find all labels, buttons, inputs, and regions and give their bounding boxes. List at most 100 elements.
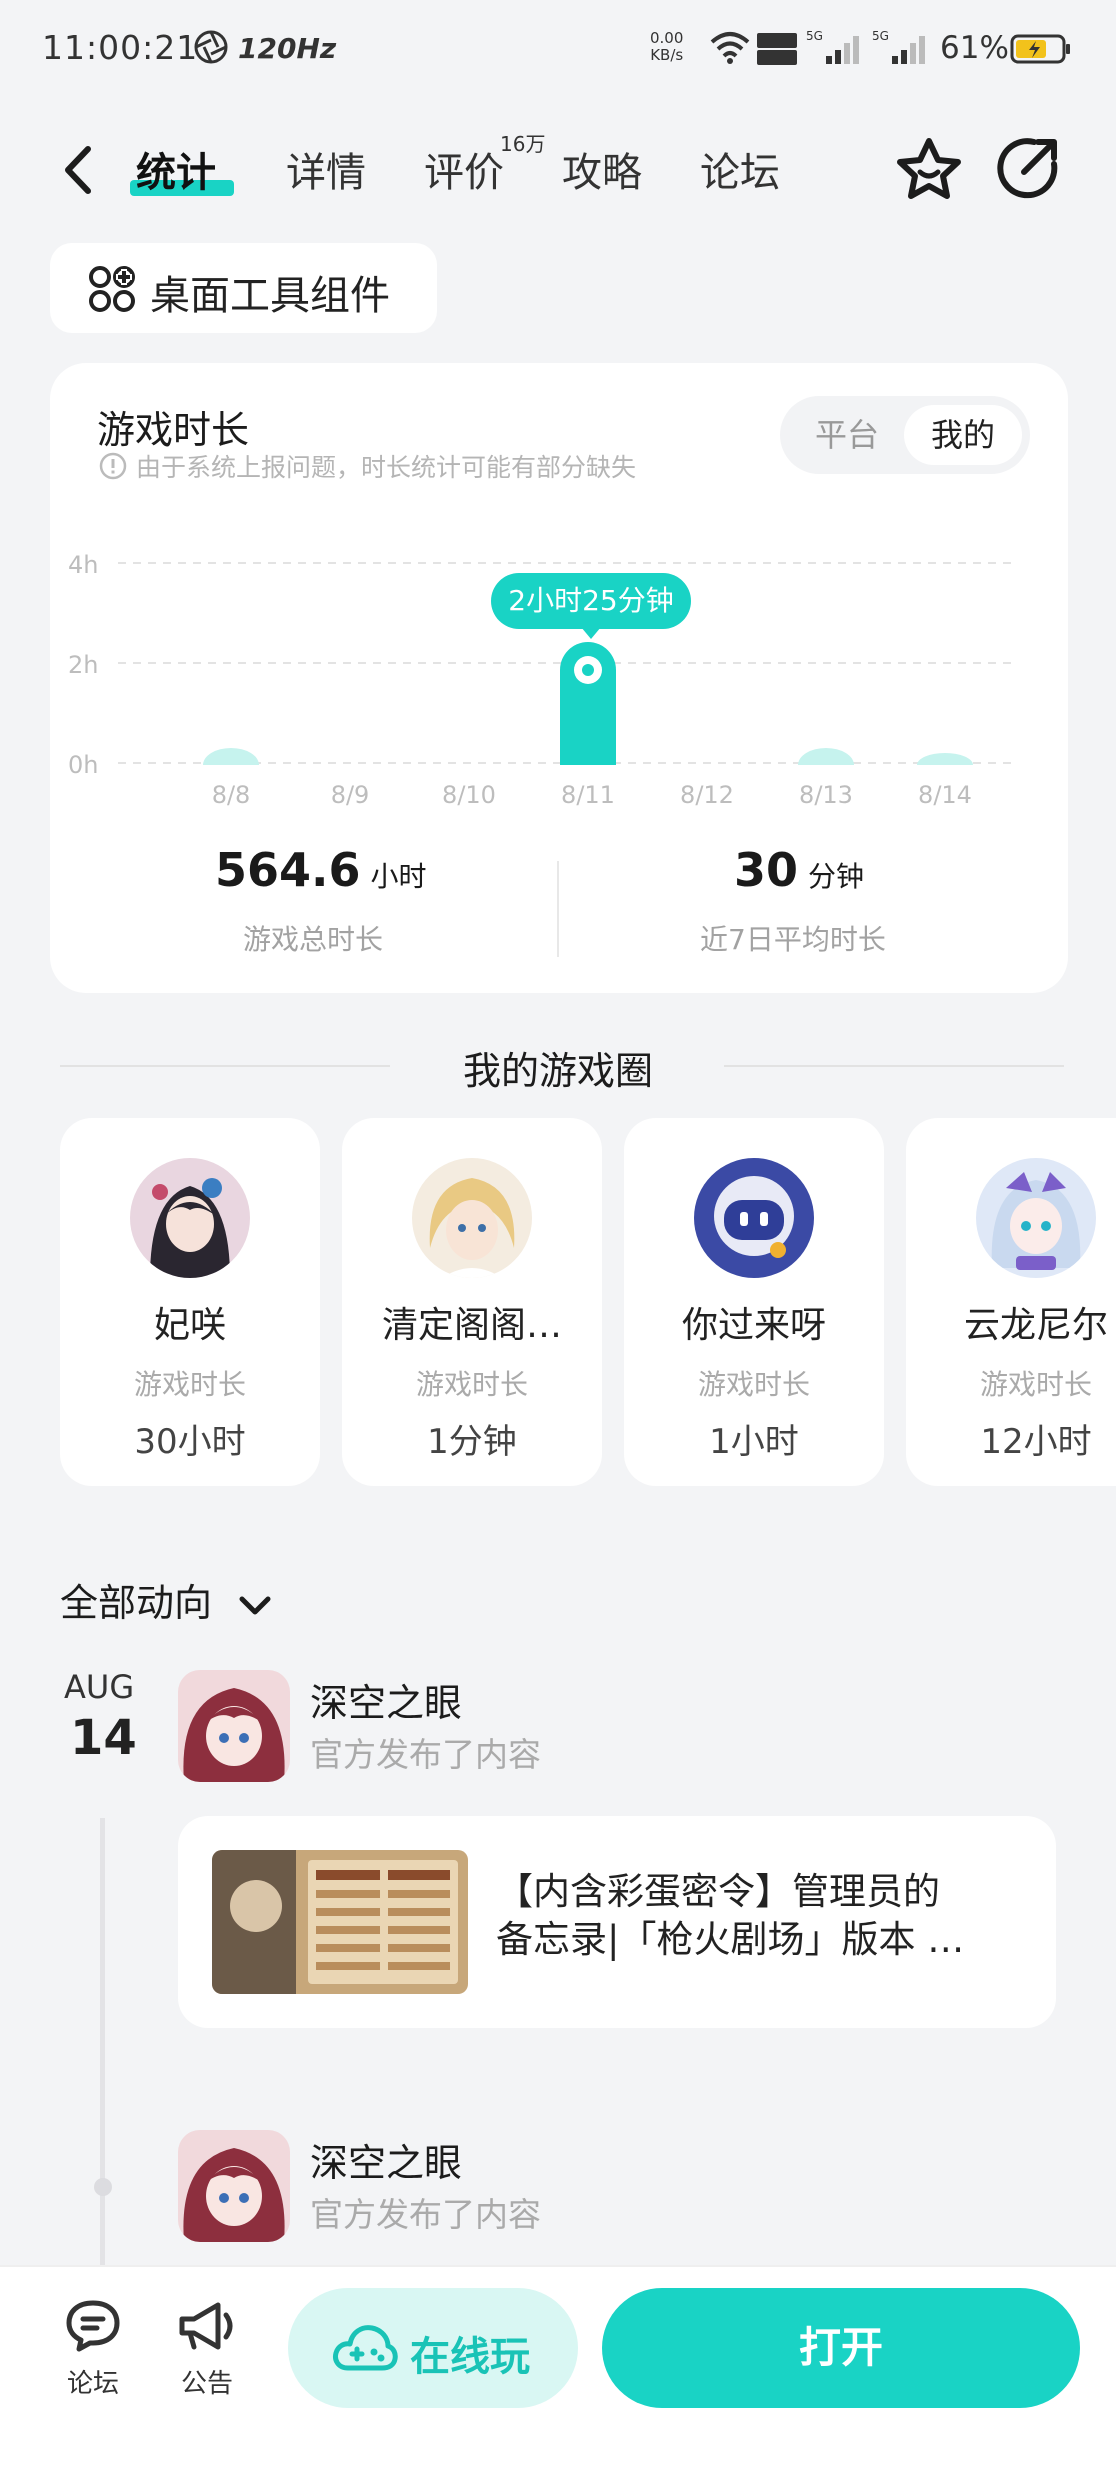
- chart-xtick-label: 8/14: [918, 781, 972, 809]
- friend-sub: 游戏时长: [979, 1368, 1092, 1401]
- post-thumbnail: [212, 1850, 468, 1994]
- friend-playtime: 30小时: [134, 1422, 246, 1462]
- total-playtime-value: 564.6: [215, 843, 361, 897]
- friend-sub: 游戏时长: [697, 1368, 810, 1401]
- play-online-button[interactable]: 在线玩: [288, 2288, 578, 2408]
- info-icon: [99, 452, 127, 480]
- chart-bar: [798, 748, 854, 765]
- reviews-count-badge: 16万: [500, 132, 546, 156]
- chart-tooltip: 2小时25分钟: [491, 573, 691, 639]
- forum-label: 论坛: [66, 2369, 119, 2399]
- tab-forum[interactable]: 论坛: [700, 140, 780, 198]
- friend-name: 清定阁阁…: [381, 1305, 562, 1346]
- chart-xtick-label: 8/11: [561, 781, 615, 809]
- post-title-line-2: 备忘录|「枪火剧场」版本 …: [496, 1918, 965, 1961]
- chart-xtick-label: 8/12: [680, 781, 734, 809]
- net-speed: 0.00 KB/s: [650, 30, 683, 64]
- chart-bar: [917, 753, 973, 765]
- avatar: [976, 1158, 1096, 1278]
- desktop-widget-label: 桌面工具组件: [150, 273, 390, 319]
- stats-divider: [557, 861, 559, 957]
- friend-card[interactable]: 清定阁阁… 游戏时长 1分钟: [342, 1118, 602, 1486]
- activity-filter-label: 全部动向: [60, 1581, 213, 1625]
- timeline-dot: [94, 2178, 112, 2196]
- friend-name: 你过来呀: [681, 1305, 826, 1346]
- chart-ytick-label: 4h: [68, 551, 98, 579]
- chart-ytick-label: 0h: [68, 751, 98, 779]
- friend-name: 妃咲: [153, 1305, 226, 1346]
- chart-xtick-label: 8/10: [442, 781, 496, 809]
- tab-reviews[interactable]: 评价: [424, 140, 504, 198]
- feed-game-name[interactable]: 深空之眼: [310, 1672, 462, 1727]
- play-online-label: 在线玩: [410, 2334, 530, 2380]
- chevron-down-icon: [239, 1596, 271, 1614]
- open-game-button[interactable]: 打开: [602, 2288, 1080, 2408]
- friend-playtime: 1小时: [709, 1422, 799, 1462]
- chart-xtick-label: 8/9: [331, 781, 370, 809]
- chart-bar-marker-dot: [582, 664, 594, 676]
- avatar: [130, 1158, 250, 1278]
- friend-card[interactable]: 妃咲 游戏时长 30小时: [60, 1118, 320, 1486]
- share-icon[interactable]: [994, 134, 1062, 202]
- friend-card[interactable]: 你过来呀 游戏时长 1小时: [624, 1118, 884, 1486]
- widget-grid-icon: [89, 266, 135, 312]
- friend-sub: 游戏时长: [133, 1368, 246, 1401]
- net-speed-unit: KB/s: [650, 46, 684, 64]
- feed-date-month: AUG: [64, 1668, 135, 1706]
- status-time: 11:00:21: [42, 28, 199, 67]
- chart-xtick-label: 8/8: [212, 781, 251, 809]
- game-icon[interactable]: [178, 2130, 290, 2242]
- chart-ytick-label: 2h: [68, 651, 98, 679]
- toggle-platform[interactable]: 平台: [788, 405, 906, 465]
- desktop-widget-button[interactable]: 桌面工具组件: [50, 243, 437, 333]
- refresh-rate: 120Hz: [238, 32, 337, 65]
- net-speed-value: 0.00: [650, 29, 684, 47]
- battery-icon: [1010, 34, 1070, 64]
- friend-playtime: 12小时: [980, 1422, 1092, 1462]
- feed-action: 官方发布了内容: [310, 2195, 541, 2234]
- chart-xtick-label: 8/13: [799, 781, 853, 809]
- game-circle-title: 我的游戏圈: [462, 1049, 653, 1093]
- toggle-mine[interactable]: 我的: [904, 405, 1022, 465]
- avg-playtime-label: 近7日平均时长: [700, 923, 886, 956]
- avg-playtime-unit: 分钟: [808, 860, 865, 893]
- megaphone-icon: [179, 2302, 233, 2350]
- playtime-source-toggle: 平台 我的: [780, 396, 1030, 474]
- post-title: 【内含彩蛋密令】管理员的 备忘录|「枪火剧场」版本 …: [496, 1868, 1026, 1964]
- forum-icon: [66, 2300, 120, 2352]
- favorite-star-icon[interactable]: [894, 136, 964, 202]
- avg-playtime-value: 30: [734, 843, 799, 897]
- signal-icon: 5G: [806, 29, 859, 64]
- avatar: [412, 1158, 532, 1278]
- game-icon[interactable]: [178, 1670, 290, 1782]
- svg-text:5G: 5G: [872, 29, 889, 43]
- activity-filter[interactable]: 全部动向: [60, 1572, 272, 1627]
- forum-button[interactable]: 论坛: [48, 2297, 138, 2427]
- signal-icon-2: 5G: [872, 29, 925, 64]
- feed-action: 官方发布了内容: [310, 1735, 541, 1774]
- notice-button[interactable]: 公告: [162, 2297, 252, 2427]
- friend-card[interactable]: 云龙尼尔 游戏时长 12小时: [906, 1118, 1116, 1486]
- tab-stats[interactable]: 统计: [136, 140, 216, 198]
- friend-name: 云龙尼尔: [963, 1305, 1108, 1346]
- friend-sub: 游戏时长: [415, 1368, 528, 1401]
- bottom-action-bar: 论坛 公告 在线玩 打开: [0, 2265, 1116, 2480]
- notice-label: 公告: [180, 2369, 233, 2399]
- playtime-title: 游戏时长: [97, 408, 250, 452]
- battery-percent: 61%: [940, 30, 1009, 66]
- avatar: [694, 1158, 814, 1278]
- total-playtime-label: 游戏总时长: [243, 923, 384, 956]
- timeline-line: [100, 1818, 105, 2268]
- feed-game-name[interactable]: 深空之眼: [310, 2132, 462, 2187]
- total-playtime: 564.6 小时: [215, 843, 427, 897]
- back-arrow-icon[interactable]: [60, 145, 96, 195]
- tab-guides[interactable]: 攻略: [562, 140, 642, 198]
- avg-playtime: 30 分钟: [734, 843, 864, 897]
- wifi-icon: [710, 32, 750, 64]
- post-card[interactable]: 【内含彩蛋密令】管理员的 备忘录|「枪火剧场」版本 …: [178, 1816, 1056, 2028]
- playtime-note: 由于系统上报问题，时长统计可能有部分缺失: [136, 453, 637, 482]
- total-playtime-unit: 小时: [370, 860, 427, 893]
- section-line-right: [724, 1065, 1064, 1067]
- tab-details[interactable]: 详情: [286, 140, 366, 198]
- hd-icon: [757, 33, 797, 65]
